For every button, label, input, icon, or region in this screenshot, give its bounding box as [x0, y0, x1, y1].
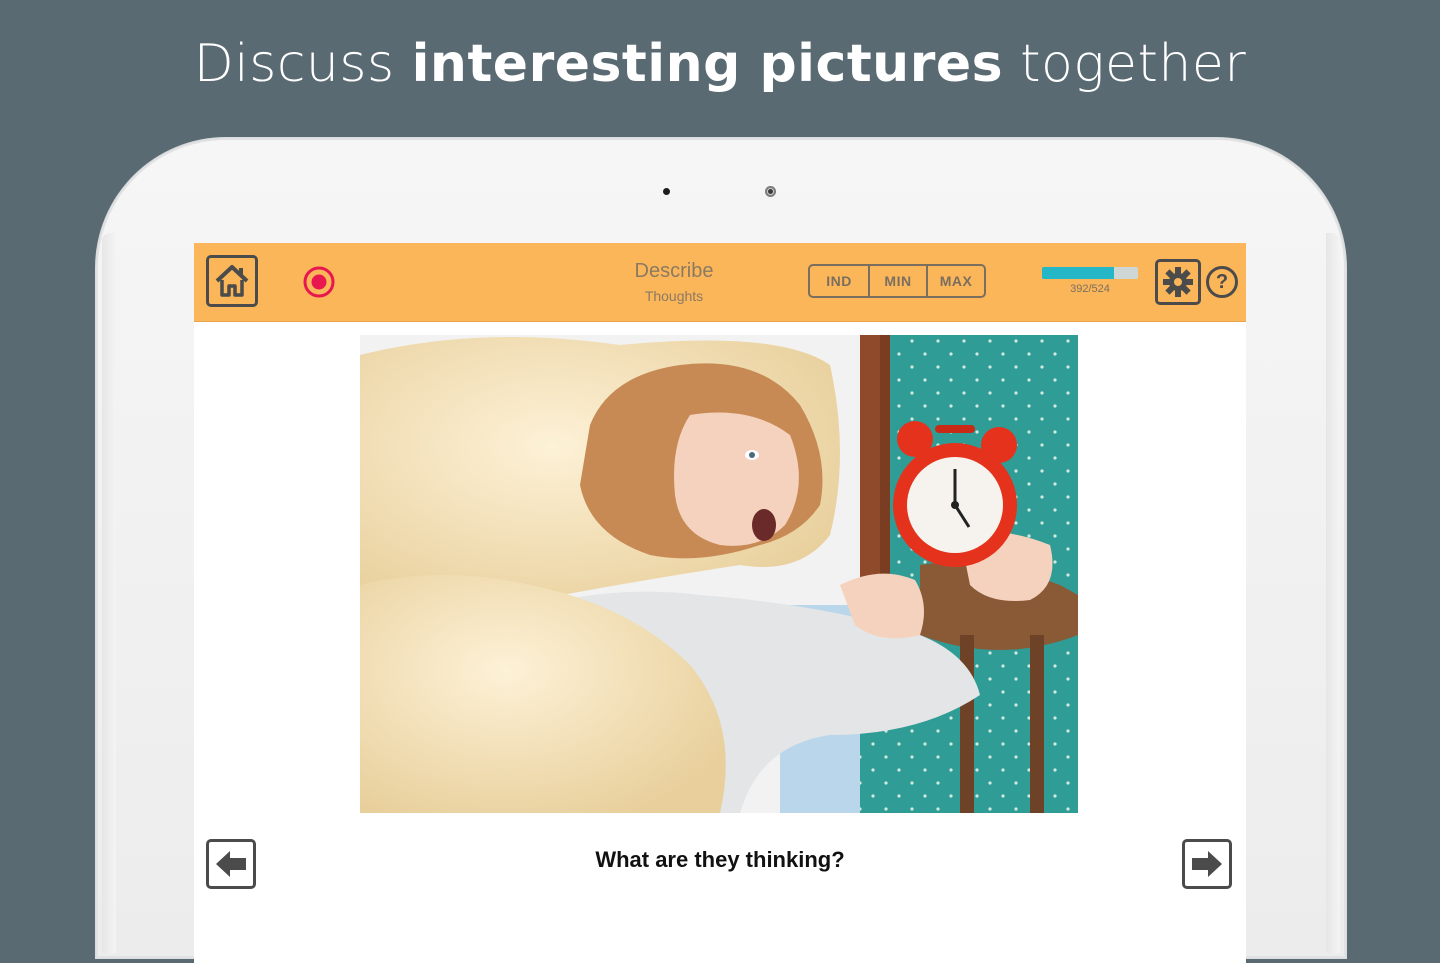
progress-bar	[1042, 267, 1138, 279]
level-selector: IND MIN MAX	[808, 264, 986, 298]
previous-button[interactable]	[206, 839, 256, 889]
help-button[interactable]: ?	[1206, 266, 1238, 298]
home-icon	[215, 265, 249, 297]
home-button[interactable]	[206, 255, 258, 307]
scene-illustration	[360, 335, 1078, 813]
tablet-edge-right	[1326, 233, 1340, 953]
level-max-button[interactable]: MAX	[926, 266, 984, 296]
arrow-right-icon	[1192, 851, 1222, 877]
mode-title: Describe	[634, 260, 714, 282]
headline-post: together	[1003, 34, 1247, 94]
settings-button[interactable]	[1155, 259, 1201, 305]
progress-fill	[1042, 267, 1114, 279]
record-icon[interactable]	[302, 265, 336, 299]
next-button[interactable]	[1182, 839, 1232, 889]
tablet-edge-left	[102, 233, 116, 953]
progress-count: 392/524	[1070, 283, 1110, 295]
headline: Discuss interesting pictures together	[0, 30, 1440, 98]
gear-icon	[1163, 267, 1193, 297]
question-prompt: What are they thinking?	[595, 847, 845, 872]
scene-image	[360, 335, 1078, 813]
sensor-dot	[663, 188, 670, 195]
toolbar: Describe Thoughts IND MIN MAX 392/524 ?	[194, 243, 1246, 322]
headline-pre: Discuss	[193, 34, 412, 94]
headline-strong: interesting pictures	[411, 34, 1004, 94]
camera-lens-icon	[765, 186, 776, 197]
level-ind-button[interactable]: IND	[810, 266, 868, 296]
arrow-left-icon	[216, 851, 246, 877]
tablet-frame: Describe Thoughts IND MIN MAX 392/524 ? …	[96, 138, 1346, 963]
app-screen: Describe Thoughts IND MIN MAX 392/524 ? …	[194, 243, 1246, 963]
level-min-button[interactable]: MIN	[868, 266, 926, 296]
mode-subtitle: Thoughts	[644, 288, 704, 304]
help-icon: ?	[1215, 271, 1229, 293]
